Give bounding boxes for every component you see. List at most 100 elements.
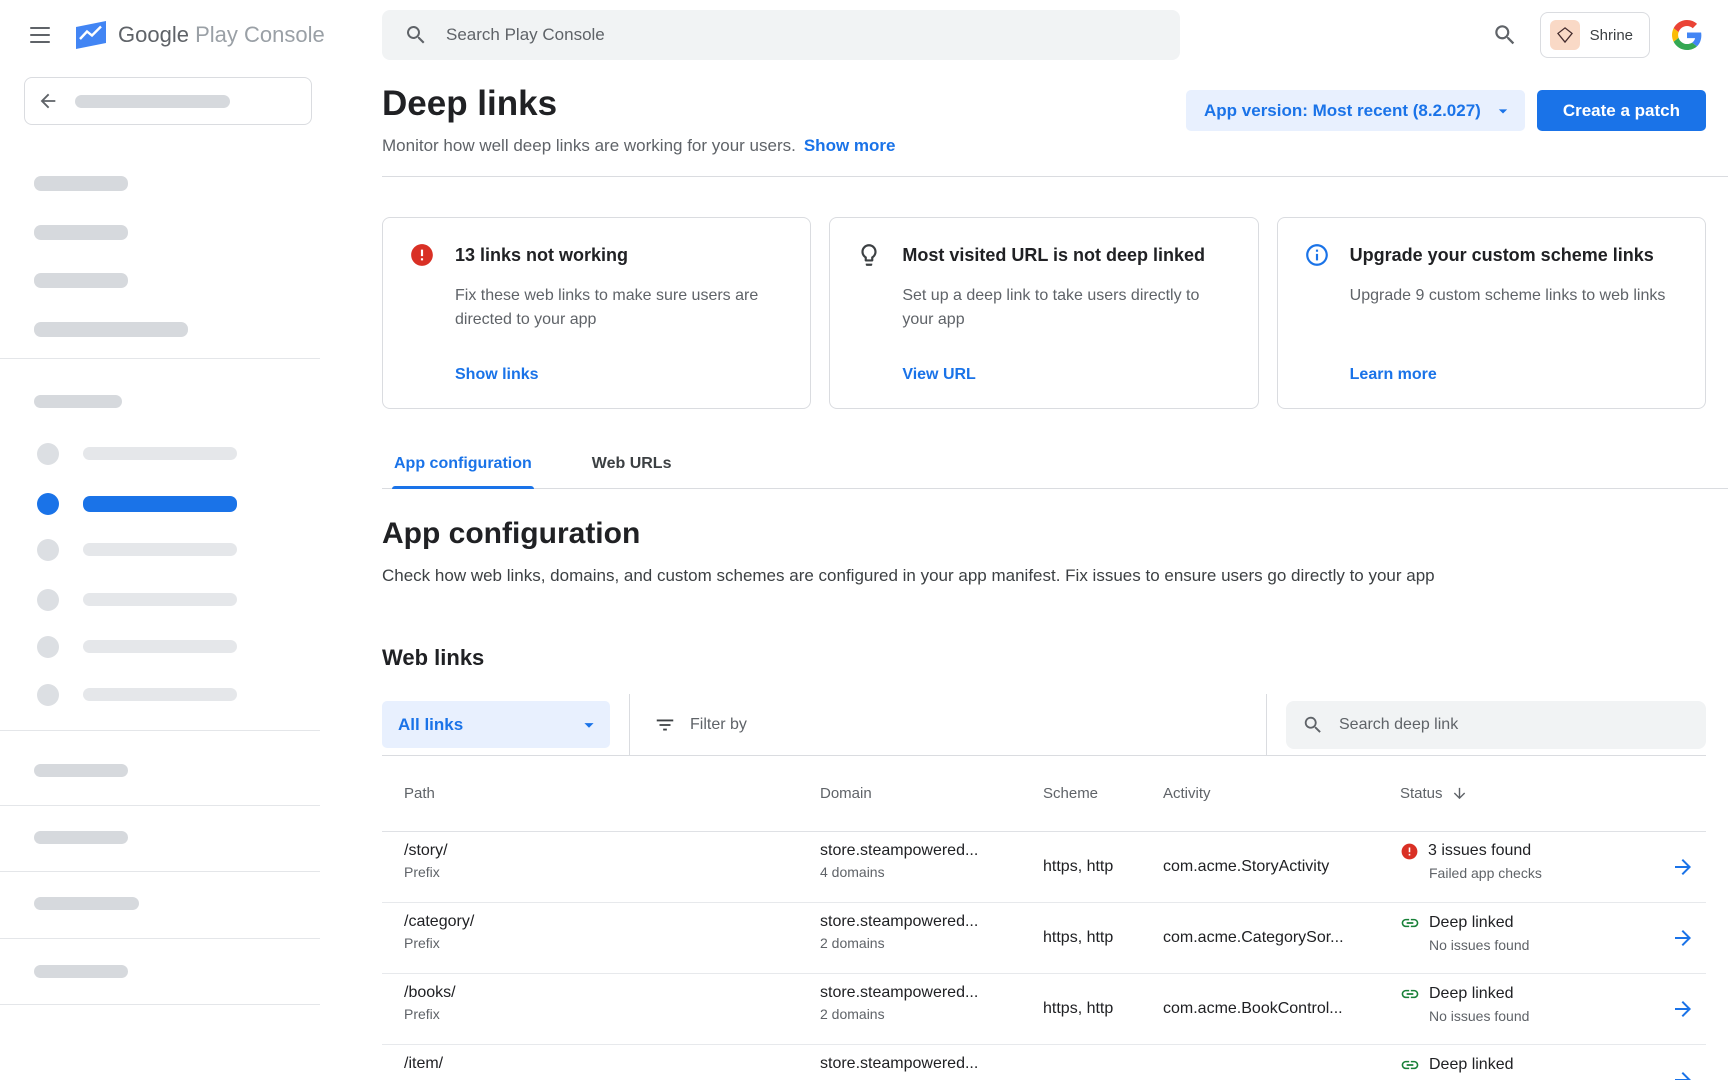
play-console-app: Google Play Console Sh [0,0,1728,1080]
column-header-domain[interactable]: Domain [820,785,1043,802]
status-value: Deep linked [1429,985,1514,1003]
status-detail: No issues found [1429,937,1659,953]
logo-google-text: Google [118,22,189,47]
app-switcher-chip[interactable]: Shrine [1540,12,1650,58]
divider [0,730,320,731]
sidebar [0,70,320,1080]
link-icon [1400,913,1420,933]
sidebar-item-icon[interactable] [37,589,59,611]
tab-app-configuration[interactable]: App configuration [392,455,534,488]
google-account-icon[interactable] [1672,20,1702,50]
link-icon [1400,1055,1420,1075]
card-upgrade-custom-scheme: Upgrade your custom scheme links Upgrade… [1277,217,1706,409]
row-detail-arrow[interactable] [1671,855,1695,879]
skeleton-bar [34,273,128,288]
path-value: /item/ [404,1055,820,1073]
app-version-selector[interactable]: App version: Most recent (8.2.027) [1186,90,1525,131]
tab-web-urls[interactable]: Web URLs [590,455,674,488]
activity-value: com.acme.CategorySor... [1163,929,1400,947]
chevron-down-icon [1493,101,1513,121]
activity-value: com.acme.StoryActivity [1163,858,1400,876]
sidebar-item[interactable] [83,447,237,460]
column-header-status[interactable]: Status [1400,785,1659,802]
sidebar-item-icon[interactable] [37,684,59,706]
sidebar-item[interactable] [83,688,237,701]
learn-more-link[interactable]: Learn more [1350,366,1437,384]
divider [1266,694,1267,755]
skeleton-bar [34,225,128,240]
column-header-path[interactable]: Path [382,785,820,802]
domain-value: store.steampowered... [820,842,1043,860]
filter-bar: All links Filter by [382,695,1706,756]
status-value: Deep linked [1429,1056,1514,1074]
links-filter-label: All links [398,715,463,735]
sidebar-item-selected-icon[interactable] [37,493,59,515]
sidebar-item-selected[interactable] [83,496,237,512]
row-detail-arrow[interactable] [1671,926,1695,950]
activity-value: com.acme.BookControl... [1163,1000,1400,1018]
sidebar-item[interactable] [83,640,237,653]
row-detail-arrow[interactable] [1671,997,1695,1021]
sort-descending-icon [1451,785,1468,802]
search-icon[interactable] [1492,22,1518,48]
domain-count: 2 domains [820,935,1043,951]
app-switcher-label: Shrine [1590,27,1633,44]
divider [0,805,320,806]
console-search-bar[interactable] [382,10,1180,60]
card-title: Upgrade your custom scheme links [1350,242,1654,266]
section-description: Check how web links, domains, and custom… [382,563,1706,589]
column-header-scheme[interactable]: Scheme [1043,785,1163,802]
console-search-input[interactable] [444,24,1158,46]
back-navigation[interactable] [24,77,312,125]
path-type: Prefix [404,864,820,880]
table-row[interactable]: /story/ Prefix store.steampowered... 4 d… [382,832,1706,903]
filter-by-button[interactable]: Filter by [654,714,747,736]
divider [629,694,630,755]
menu-icon[interactable] [30,27,50,43]
path-value: /story/ [404,842,820,860]
search-icon [404,23,428,47]
show-links-link[interactable]: Show links [455,366,539,384]
divider [0,871,320,872]
arrow-back-icon [37,90,59,112]
page-header: Deep links Monitor how well deep links a… [382,84,1706,156]
sidebar-item-icon[interactable] [37,443,59,465]
column-header-activity[interactable]: Activity [1163,785,1400,802]
domain-value: store.steampowered... [820,984,1043,1002]
insight-cards: 13 links not working Fix these web links… [382,217,1706,409]
domain-value: store.steampowered... [820,1055,1043,1073]
topbar: Google Play Console Sh [0,0,1728,70]
table-row[interactable]: /item/ store.steampowered... Deep linked [382,1045,1706,1080]
status-detail: Failed app checks [1429,865,1659,881]
show-more-link[interactable]: Show more [804,136,896,155]
sidebar-item[interactable] [83,543,237,556]
skeleton-bar [75,95,230,108]
table-row[interactable]: /category/ Prefix store.steampowered... … [382,903,1706,974]
lightbulb-icon [856,242,882,268]
play-console-logo[interactable]: Google Play Console [74,20,325,50]
deep-link-search-input[interactable] [1337,715,1690,735]
row-detail-arrow[interactable] [1671,1068,1695,1080]
domain-count: 4 domains [820,864,1043,880]
info-icon [1304,242,1330,268]
card-title: Most visited URL is not deep linked [902,242,1205,266]
sidebar-item[interactable] [83,593,237,606]
sidebar-item-icon[interactable] [37,636,59,658]
view-url-link[interactable]: View URL [902,366,976,384]
deep-link-search[interactable] [1286,701,1706,749]
create-patch-button[interactable]: Create a patch [1537,90,1706,131]
link-icon [1400,984,1420,1004]
status-value: 3 issues found [1428,842,1531,860]
skeleton-bar [34,176,128,191]
table-row[interactable]: /books/ Prefix store.steampowered... 2 d… [382,974,1706,1045]
sidebar-item-icon[interactable] [37,539,59,561]
web-links-heading: Web links [382,645,1706,671]
filter-by-label: Filter by [690,716,747,734]
skeleton-bar [34,764,128,777]
card-body: Fix these web links to make sure users a… [455,284,780,332]
error-icon [1400,842,1419,861]
scheme-value: https, http [1043,1000,1163,1018]
page-header-actions: App version: Most recent (8.2.027) Creat… [1186,90,1706,131]
links-filter-dropdown[interactable]: All links [382,701,610,748]
table-header: Path Domain Scheme Activity Status [382,756,1706,832]
